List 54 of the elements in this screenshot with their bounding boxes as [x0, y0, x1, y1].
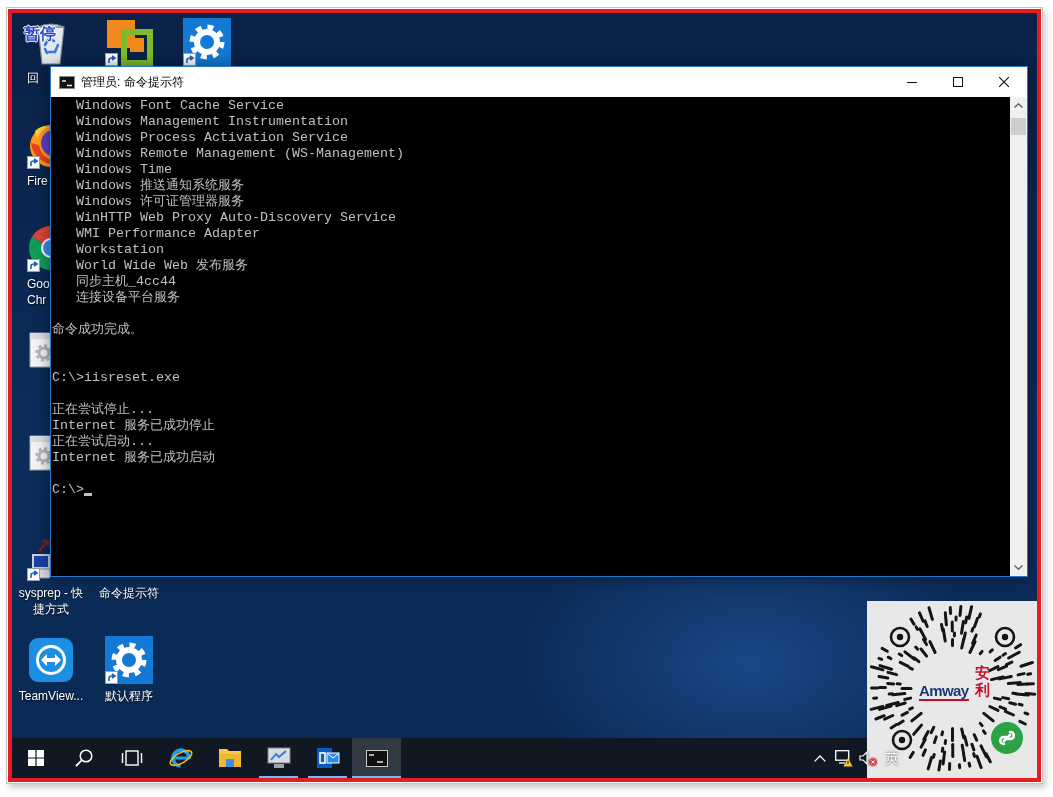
desktop-icon-label[interactable]: Goo Chr — [27, 276, 50, 308]
link-badge-icon — [991, 722, 1023, 754]
logo-text: Amway — [919, 683, 969, 701]
console-line: C:\>iisreset.exe — [52, 370, 180, 385]
console-line: Windows Font Cache Service — [75, 98, 284, 113]
four-panes-icon — [28, 750, 44, 766]
logo-mark: 安利 — [975, 665, 990, 698]
desktop-icon-label[interactable]: 命令提示符 — [99, 585, 159, 601]
chevron-up-icon — [1014, 103, 1023, 108]
gear-icon[interactable] — [105, 636, 153, 684]
chevron-down-icon — [1014, 565, 1023, 570]
console-line: WinHTTP Web Proxy Auto-Discovery Service — [75, 210, 396, 225]
search-icon — [75, 749, 93, 767]
taskbar-app-button[interactable] — [352, 738, 401, 778]
console-line: Windows 推送通知系统服务 — [75, 178, 244, 193]
maximize-icon — [953, 77, 963, 87]
desktop-icon-label[interactable]: 默认程序 — [105, 688, 153, 704]
console-line: Windows Time — [75, 162, 172, 177]
e-logo-icon — [167, 745, 194, 771]
folder-icon — [217, 748, 242, 768]
desktop-icon-label[interactable]: 回 — [27, 70, 39, 86]
close-icon — [999, 77, 1009, 87]
window-title: 管理员: 命令提示符 — [81, 73, 184, 91]
mail-tile-icon — [315, 747, 340, 769]
console-line: Workstation — [75, 242, 164, 257]
console-line: Internet 服务已成功启动 — [52, 450, 215, 465]
desktop-icon-label[interactable]: sysprep - 快捷方式 — [14, 585, 88, 617]
console-line: 正在尝试启动... — [52, 434, 154, 449]
network-warning-icon[interactable] — [835, 749, 853, 767]
console-line: Internet 服务已成功停止 — [52, 418, 215, 433]
console-line: World Wide Web 发布服务 — [75, 258, 248, 273]
speaker-muted-icon[interactable] — [859, 750, 877, 766]
overlapping-squares-icon[interactable] — [105, 18, 153, 66]
console-line: Windows Remote Management (WS-Management) — [75, 146, 404, 161]
console-line: Windows 许可证管理器服务 — [75, 194, 244, 209]
console-line: 连接设备平台服务 — [75, 290, 180, 305]
desktop-icon-label[interactable]: TeamView... — [18, 688, 84, 704]
gear-icon[interactable] — [183, 18, 231, 66]
console-line: 正在尝试停止... — [52, 402, 154, 417]
console-icon — [365, 749, 388, 767]
console-line: 命令成功完成。 — [52, 322, 143, 337]
chevron-up-icon[interactable] — [814, 754, 826, 762]
language-indicator[interactable]: 英 — [885, 750, 899, 766]
scroll-thumb[interactable] — [1011, 118, 1026, 135]
desktop-icon-label[interactable]: Fire — [27, 173, 48, 189]
console-line: 同步主机_4cc44 — [75, 274, 176, 289]
console-line: WMI Performance Adapter — [75, 226, 260, 241]
window-frames-icon — [121, 750, 143, 766]
minimize-icon — [907, 81, 917, 83]
console-line: Windows Process Activation Service — [75, 130, 348, 145]
console-line: C:\> — [52, 482, 84, 497]
console-line: Windows Management Instrumentation — [75, 114, 348, 129]
monitor-chart-icon — [266, 747, 291, 769]
console-icon — [59, 75, 75, 89]
